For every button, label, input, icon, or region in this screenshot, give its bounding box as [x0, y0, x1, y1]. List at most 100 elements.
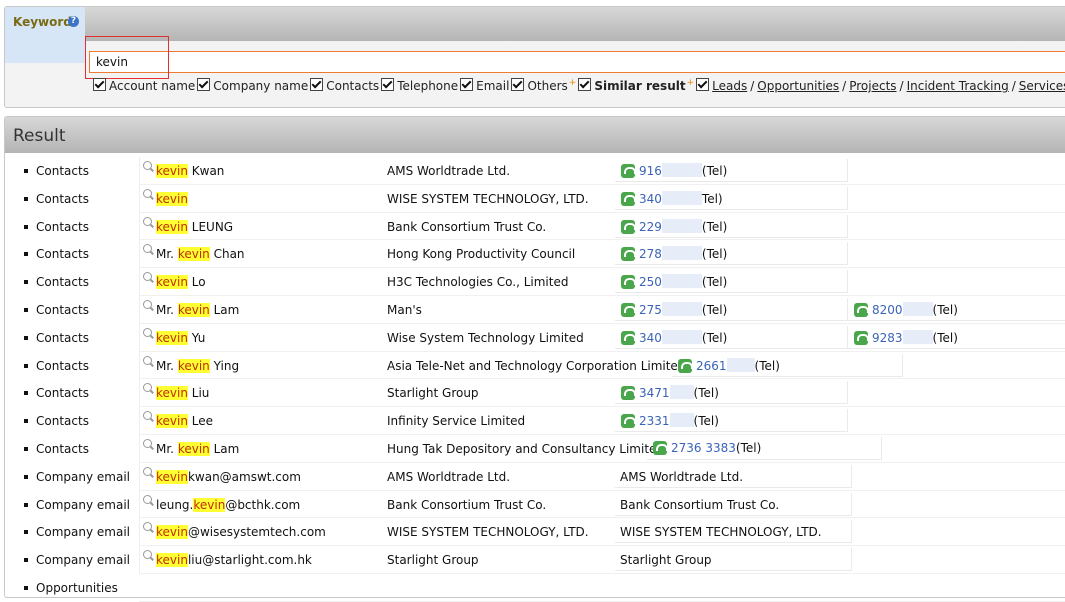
- filter-email[interactable]: Email: [460, 78, 509, 93]
- magnifier-icon[interactable]: [143, 383, 152, 393]
- checkbox[interactable]: [696, 78, 710, 91]
- checkbox[interactable]: [93, 78, 106, 91]
- bullet: [24, 530, 28, 535]
- name-suffix: liu@starlight.com.hk: [187, 553, 312, 568]
- name-link[interactable]: Mr. kevin Lam: [156, 441, 239, 456]
- separator: /: [899, 79, 904, 93]
- checkbox[interactable]: [197, 78, 211, 91]
- company-name: Infinity Service Limited: [387, 414, 526, 429]
- name-cell[interactable]: Mr. kevin Ying: [139, 351, 386, 379]
- plus-icon: +: [568, 78, 577, 88]
- name-link[interactable]: kevinliu@starlight.com.hk: [156, 553, 312, 568]
- filter-telephone[interactable]: Telephone: [381, 78, 458, 93]
- cell-border: [615, 270, 848, 294]
- cell-border: [672, 353, 903, 377]
- checkbox[interactable]: [310, 78, 324, 91]
- name-prefix: leung.: [156, 497, 194, 512]
- result-type: Contacts: [36, 191, 89, 206]
- name-link[interactable]: kevin Lee: [156, 414, 214, 429]
- keyword-label: Keyword: [13, 15, 72, 29]
- name-link[interactable]: kevin@wisesystemtech.com: [156, 525, 326, 540]
- name-link[interactable]: kevin: [156, 191, 188, 206]
- help-icon[interactable]: ?: [68, 16, 79, 27]
- bullet: [24, 419, 28, 424]
- name-link[interactable]: kevinkwan@amswt.com: [156, 469, 301, 484]
- contact-row: Contacts kevin LEUNG Bank Consortium Trust…: [5, 212, 1065, 241]
- name-cell[interactable]: kevin: [139, 184, 386, 212]
- magnifier-icon[interactable]: [143, 438, 152, 448]
- name-link[interactable]: Mr. kevin Chan: [156, 247, 245, 262]
- keyword-highlight: kevin: [193, 497, 226, 512]
- cell-border: [615, 159, 848, 182]
- magnifier-icon[interactable]: [143, 522, 152, 532]
- name-cell[interactable]: kevin Lo: [139, 268, 386, 296]
- magnifier-icon[interactable]: [143, 188, 152, 198]
- magnifier-icon[interactable]: [143, 216, 152, 226]
- name-link[interactable]: leung.kevin@bcthk.com: [156, 497, 300, 512]
- name-link[interactable]: Mr. kevin Lam: [156, 302, 239, 317]
- name-cell[interactable]: kevin Liu: [139, 379, 386, 407]
- filter-company-name[interactable]: Company name: [197, 78, 308, 93]
- result-type: Company email: [36, 553, 130, 568]
- name-cell[interactable]: kevinkwan@amswt.com: [139, 462, 386, 490]
- magnifier-icon[interactable]: [143, 161, 152, 170]
- name-prefix: Mr.: [156, 441, 178, 456]
- magnifier-icon[interactable]: [143, 244, 152, 254]
- name-link[interactable]: kevin Liu: [156, 386, 209, 401]
- name-link[interactable]: kevin Lo: [156, 275, 206, 290]
- keyword-highlight: kevin: [156, 191, 188, 206]
- link-leads[interactable]: Leads: [712, 79, 747, 93]
- link-opportunities[interactable]: Opportunities: [757, 79, 839, 93]
- checkbox[interactable]: [460, 78, 474, 91]
- bullet: [24, 474, 28, 479]
- keyword-highlight: kevin: [156, 219, 188, 234]
- cell-border: [615, 409, 848, 433]
- result-type: Contacts: [36, 247, 89, 262]
- company-name: Hung Tak Depository and Consultancy Limi…: [387, 441, 665, 456]
- name-link[interactable]: kevin Kwan: [156, 164, 224, 178]
- checkbox[interactable]: [578, 78, 592, 91]
- name-cell[interactable]: kevin Yu: [139, 323, 386, 351]
- name-link[interactable]: kevin Yu: [156, 330, 205, 345]
- result-type: Contacts: [36, 386, 89, 401]
- module-links: Leads / Opportunities / Projects / Incident Tr…: [696, 78, 1065, 93]
- filter-others[interactable]: Others+: [511, 78, 576, 93]
- name-cell[interactable]: kevin Kwan: [139, 157, 386, 184]
- name-suffix: Lo: [187, 275, 206, 290]
- filter-contacts[interactable]: Contacts: [310, 78, 379, 93]
- magnifier-icon[interactable]: [143, 494, 152, 504]
- keyword-input[interactable]: [89, 51, 1065, 73]
- checkbox[interactable]: [511, 78, 525, 91]
- link-incident-tracking[interactable]: Incident Tracking: [907, 79, 1009, 93]
- name-link[interactable]: Mr. kevin Ying: [156, 358, 239, 373]
- bullet: [24, 335, 28, 340]
- magnifier-icon[interactable]: [143, 327, 152, 337]
- company-name: Starlight Group: [387, 386, 479, 401]
- result-type: Company email: [36, 469, 130, 484]
- link-services[interactable]: Services: [1019, 79, 1065, 93]
- checkbox[interactable]: [381, 78, 395, 91]
- name-cell[interactable]: kevinliu@starlight.com.hk: [139, 546, 386, 574]
- name-cell[interactable]: kevin LEUNG: [139, 212, 386, 240]
- link-projects[interactable]: Projects: [849, 79, 896, 93]
- filter-similar-result[interactable]: Similar result+: [578, 78, 694, 93]
- name-cell[interactable]: kevin Lee: [139, 407, 386, 435]
- name-cell[interactable]: leung.kevin@bcthk.com: [139, 490, 386, 518]
- name-cell[interactable]: Mr. kevin Lam: [139, 434, 386, 462]
- keyword-highlight: kevin: [156, 469, 188, 484]
- filter-account-name[interactable]: Account name: [93, 78, 195, 93]
- magnifier-icon[interactable]: [143, 411, 152, 421]
- magnifier-icon[interactable]: [143, 272, 152, 282]
- magnifier-icon[interactable]: [143, 550, 152, 560]
- name-suffix: Lee: [187, 414, 214, 429]
- magnifier-icon[interactable]: [143, 355, 152, 365]
- search-header: Search: [5, 7, 1065, 41]
- name-cell[interactable]: Mr. kevin Chan: [139, 240, 386, 268]
- magnifier-icon[interactable]: [143, 299, 152, 309]
- company-name: Asia Tele-Net and Technology Corporation…: [387, 358, 686, 373]
- name-link[interactable]: kevin LEUNG: [156, 219, 233, 234]
- name-cell[interactable]: Mr. kevin Lam: [139, 295, 386, 323]
- name-cell[interactable]: kevin@wisesystemtech.com: [139, 518, 386, 546]
- cell-border: [848, 326, 1065, 349]
- magnifier-icon[interactable]: [143, 466, 152, 476]
